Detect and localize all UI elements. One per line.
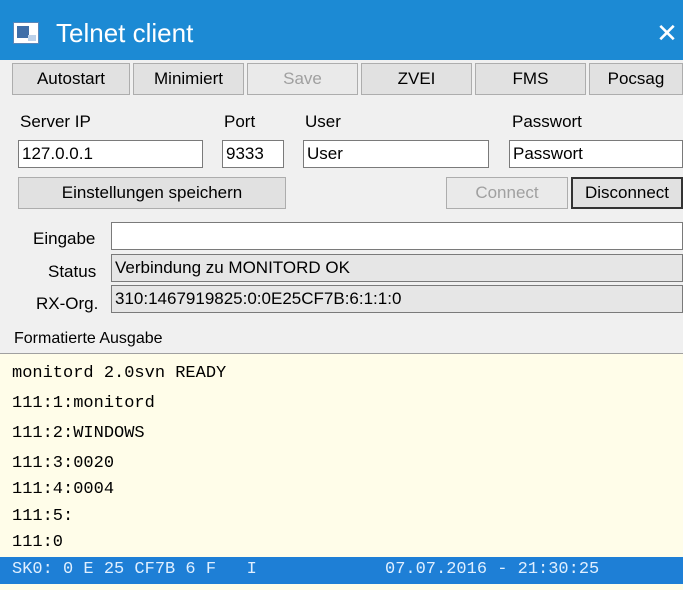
status-field: Verbindung zu MONITORD OK (111, 254, 683, 282)
autostart-button[interactable]: Autostart (12, 63, 130, 95)
zvei-button[interactable]: ZVEI (361, 63, 472, 95)
user-label: User (305, 112, 341, 131)
output-line: 111:2:WINDOWS (12, 424, 145, 443)
window-title: Telnet client (56, 18, 194, 48)
output-line: 111:3:0020 (12, 454, 115, 473)
port-label: Port (224, 112, 256, 131)
selected-output-line[interactable]: SK0: 0 E 25 CF7B 6 F I 07.07.2016 - 21:3… (0, 557, 683, 584)
port-input[interactable]: 9333 (222, 140, 284, 168)
title-bar[interactable]: Telnet client ✕ (0, 0, 683, 60)
output-line: 111:1:monitord (12, 394, 155, 413)
save-settings-button[interactable]: Einstellungen speichern (18, 177, 286, 209)
password-label: Passwort (512, 112, 582, 131)
minimiert-button[interactable]: Minimiert (133, 63, 244, 95)
output-line: monitord 2.0svn READY (12, 364, 227, 383)
rx-org-field: 310:1467919825:0:0E25CF7B:6:1:1:0 (111, 285, 683, 313)
server-ip-input[interactable]: 127.0.0.1 (18, 140, 203, 168)
server-ip-label: Server IP (20, 112, 91, 131)
disconnect-button[interactable]: Disconnect (571, 177, 683, 209)
password-input[interactable]: Passwort (509, 140, 683, 168)
pocsag-button[interactable]: Pocsag (589, 63, 683, 95)
output-header: Formatierte Ausgabe (14, 330, 163, 347)
input-label: Eingabe (33, 229, 96, 248)
app-icon (13, 22, 39, 44)
user-input[interactable]: User (303, 140, 489, 168)
selected-line-text: SK0: 0 E 25 CF7B 6 F I (12, 560, 257, 579)
save-button[interactable]: Save (247, 63, 358, 95)
fms-button[interactable]: FMS (475, 63, 586, 95)
status-label: Status (48, 262, 97, 281)
command-input[interactable] (111, 222, 683, 250)
output-line: 111:5: (12, 507, 74, 526)
rx-org-label: RX-Org. (36, 294, 99, 313)
output-line: 111:4:0004 (12, 480, 115, 499)
selected-line-timestamp: 07.07.2016 - 21:30:25 (385, 560, 600, 579)
connect-button[interactable]: Connect (446, 177, 568, 209)
close-icon[interactable]: ✕ (651, 18, 683, 49)
output-line: 111:0 (12, 533, 64, 552)
